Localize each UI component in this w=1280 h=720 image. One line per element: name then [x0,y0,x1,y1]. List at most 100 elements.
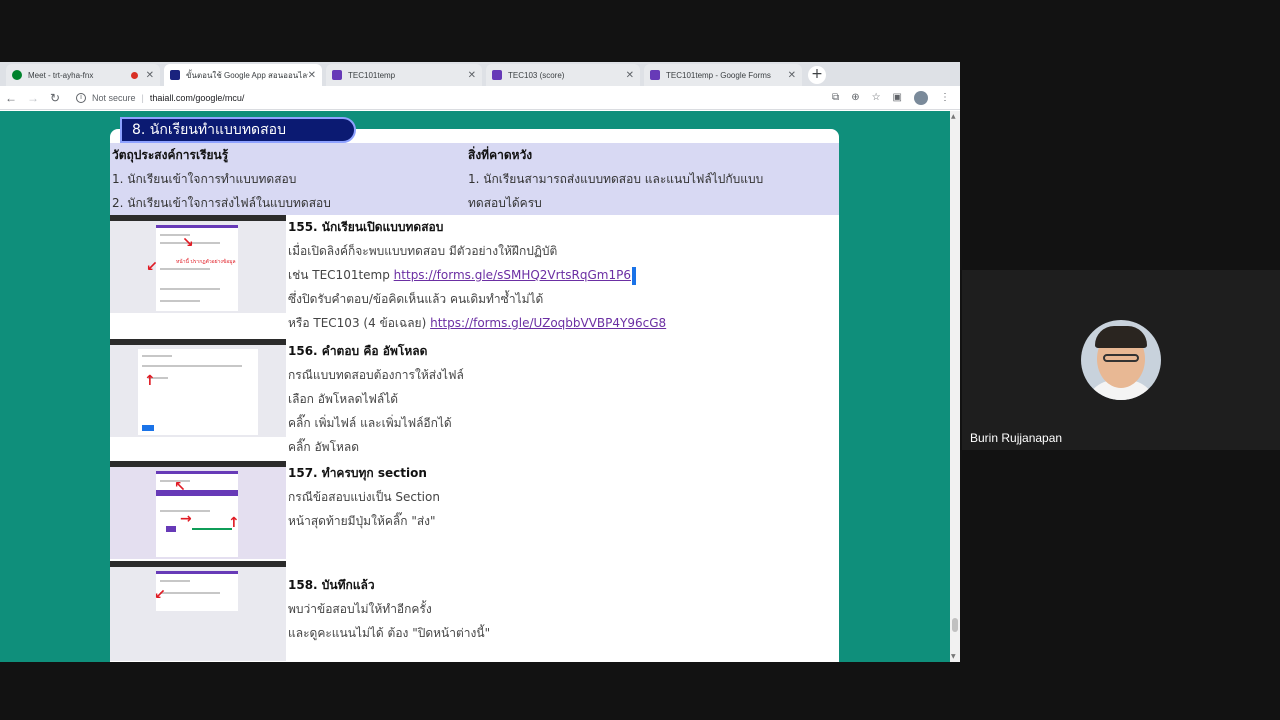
red-arrow-icon: ↘ [182,235,194,251]
step-line-prefix: เช่น TEC101temp [288,268,394,282]
step-line: กรณีข้อสอบแบ่งเป็น Section [288,490,440,504]
expected-item: ทดสอบได้ครบ [468,196,542,210]
screenshot-thumbnail: ↖ → ↑ [110,461,286,559]
tab-label: Meet - trt-ayha-fnx [28,70,94,80]
red-arrow-icon: ↑ [228,515,240,531]
step-title: 157. ทำครบทุก section [288,466,427,480]
objectives-heading: วัตถุประสงค์การเรียนรู้ [112,148,229,162]
step-line: พบว่าข้อสอบไม่ให้ทำอีกครั้ง [288,602,432,616]
thumb-line [142,355,172,357]
red-arrow-icon: → [180,511,192,527]
step-157: ↖ → ↑ 157. ทำครบทุก section กรณีข้อสอบแบ… [110,461,839,561]
tab-strip: Meet - trt-ayha-fnx ✕ ขั้นตอนใช้ Google … [0,62,960,86]
participant-name: Burin Rujjanapan [970,431,1063,445]
back-icon[interactable]: ← [0,91,22,105]
scroll-up-icon[interactable]: ▲ [951,113,956,120]
camera-icon[interactable]: ▣ [893,92,902,103]
tab-label: ขั้นตอนใช้ Google App สอนออนไลน์ [186,70,308,80]
close-icon[interactable]: ✕ [308,70,316,81]
step-line-with-link: หรือ TEC103 (4 ข้อเฉลย) https://forms.gl… [288,311,666,335]
zoom-icon[interactable]: ⊕ [851,92,859,103]
forms-icon [650,70,660,80]
url-text: thaiall.com/google/mcu/ [149,92,245,103]
step-line: คลิ๊ก อัพโหลด [288,440,360,454]
translate-icon[interactable]: ⧉ [832,92,839,103]
step-title: 158. บันทึกแล้ว [288,578,375,592]
thumb-line [160,288,220,290]
step-text: 158. บันทึกแล้ว พบว่าข้อสอบไม่ให้ทำอีกคร… [288,573,490,645]
forms-icon [332,70,342,80]
menu-kebab-icon[interactable]: ⋮ [940,92,950,103]
thumb-form-card [156,471,238,557]
forward-icon[interactable]: → [22,91,44,105]
tab-label: TEC103 (score) [508,70,565,80]
thumb-form-card: หน้านี้ ปรากฏตัวอย่างข้อมูล [156,225,238,311]
tec103-link[interactable]: https://forms.gle/UZoqbbVVBP4Y96cG8 [430,316,666,330]
tab-google-app-guide[interactable]: ขั้นตอนใช้ Google App สอนออนไลน์ ✕ [164,64,322,86]
tab-meet[interactable]: Meet - trt-ayha-fnx ✕ [6,64,160,86]
shared-browser-window: Meet - trt-ayha-fnx ✕ ขั้นตอนใช้ Google … [0,62,960,662]
lesson-slide: 8. นักเรียนทำแบบทดสอบ วัตถุประสงค์การเรี… [110,117,839,662]
close-icon[interactable]: ✕ [626,70,634,81]
thumb-topbar [110,561,286,567]
forms-icon [492,70,502,80]
close-icon[interactable]: ✕ [788,70,796,81]
tab-tec101temp[interactable]: TEC101temp ✕ [326,64,482,86]
thumb-line [160,592,220,594]
profile-avatar-icon[interactable] [914,90,928,105]
step-line: กรณีแบบทดสอบต้องการให้ส่งไฟล์ [288,368,464,382]
expected-heading: สิ่งที่คาดหวัง [468,148,533,162]
close-icon[interactable]: ✕ [146,70,154,81]
step-155: หน้านี้ ปรากฏตัวอย่างข้อมูล ↘ ↙ 155. นัก… [110,215,839,335]
red-arrow-icon: ↙ [146,259,158,275]
objectives-column: วัตถุประสงค์การเรียนรู้ 1. นักเรียนเข้าใ… [112,143,331,215]
meet-icon [12,70,22,80]
step-text: 157. ทำครบทุก section กรณีข้อสอบแบ่งเป็น… [288,461,440,533]
screenshot-thumbnail: ↑ [110,339,286,437]
reload-icon[interactable]: ↻ [44,91,66,105]
security-label: Not secure [92,92,136,103]
red-arrow-icon: ↖ [174,479,186,495]
expected-item: 1. นักเรียนสามารถส่งแบบทดสอบ และแนบไฟล์ไ… [468,172,764,186]
recording-dot-icon [130,71,138,79]
participant-avatar [1081,320,1161,400]
thumb-upload-dialog [138,349,258,435]
divider: | [141,92,144,103]
step-text: 155. นักเรียนเปิดแบบทดสอบ เมื่อเปิดลิงค์… [288,215,666,335]
tab-tec101temp-forms[interactable]: TEC101temp - Google Forms ✕ [644,64,802,86]
tab-tec103-score[interactable]: TEC103 (score) ✕ [486,64,640,86]
thumb-button [166,526,176,532]
scrollbar-thumb[interactable] [952,618,958,632]
thumb-caption: หน้านี้ ปรากฏตัวอย่างข้อมูล [176,259,236,265]
step-158: ↙ 158. บันทึกแล้ว พบว่าข้อสอบไม่ให้ทำอีก… [110,561,839,661]
address-bar[interactable]: i Not secure | thaiall.com/google/mcu/ [76,88,832,108]
thumb-topbar [110,339,286,345]
red-arrow-icon: ↙ [154,587,166,603]
thumb-button [142,425,154,431]
tec101temp-link[interactable]: https://forms.gle/sSMHQ2VrtsRqGm1P6 [394,268,631,282]
browser-toolbar: ← → ↻ i Not secure | thaiall.com/google/… [0,86,960,110]
info-icon[interactable]: i [76,92,86,103]
participant-tile[interactable]: Burin Rujjanapan [962,270,1280,450]
close-icon[interactable]: ✕ [468,70,476,81]
page-favicon-icon [170,70,180,80]
step-line: เมื่อเปิดลิงค์ก็จะพบแบบทดสอบ มีตัวอย่างใ… [288,244,558,258]
scroll-down-icon[interactable]: ▼ [951,653,956,660]
step-text: 156. คำตอบ คือ อัพโหลด กรณีแบบทดสอบต้องก… [288,339,464,459]
red-arrow-icon: ↑ [144,373,156,389]
new-tab-button[interactable]: + [808,66,826,84]
objective-item: 2. นักเรียนเข้าใจการส่งไฟล์ในแบบทดสอบ [112,196,331,210]
thumb-topbar [110,215,286,221]
bookmark-star-icon[interactable]: ☆ [872,92,881,103]
thumb-line [160,580,190,582]
step-title: 155. นักเรียนเปิดแบบทดสอบ [288,220,444,234]
page-scrollbar[interactable]: ▲ ▼ [950,111,960,662]
meet-screen-share: Meet - trt-ayha-fnx ✕ ขั้นตอนใช้ Google … [0,0,1280,720]
thumb-line [160,268,210,270]
page-content: 8. นักเรียนทำแบบทดสอบ วัตถุประสงค์การเรี… [0,111,950,662]
step-line: ซึ่งปิดรับคำตอบ/ข้อคิดเห็นแล้ว คนเดิมทำซ… [288,292,544,306]
expected-column: สิ่งที่คาดหวัง 1. นักเรียนสามารถส่งแบบทด… [468,143,763,215]
thumb-section-bar [156,490,238,496]
step-156: ↑ 156. คำตอบ คือ อัพโหลด กรณีแบบทดสอบต้อ… [110,339,839,459]
thumb-form-card [156,571,238,611]
